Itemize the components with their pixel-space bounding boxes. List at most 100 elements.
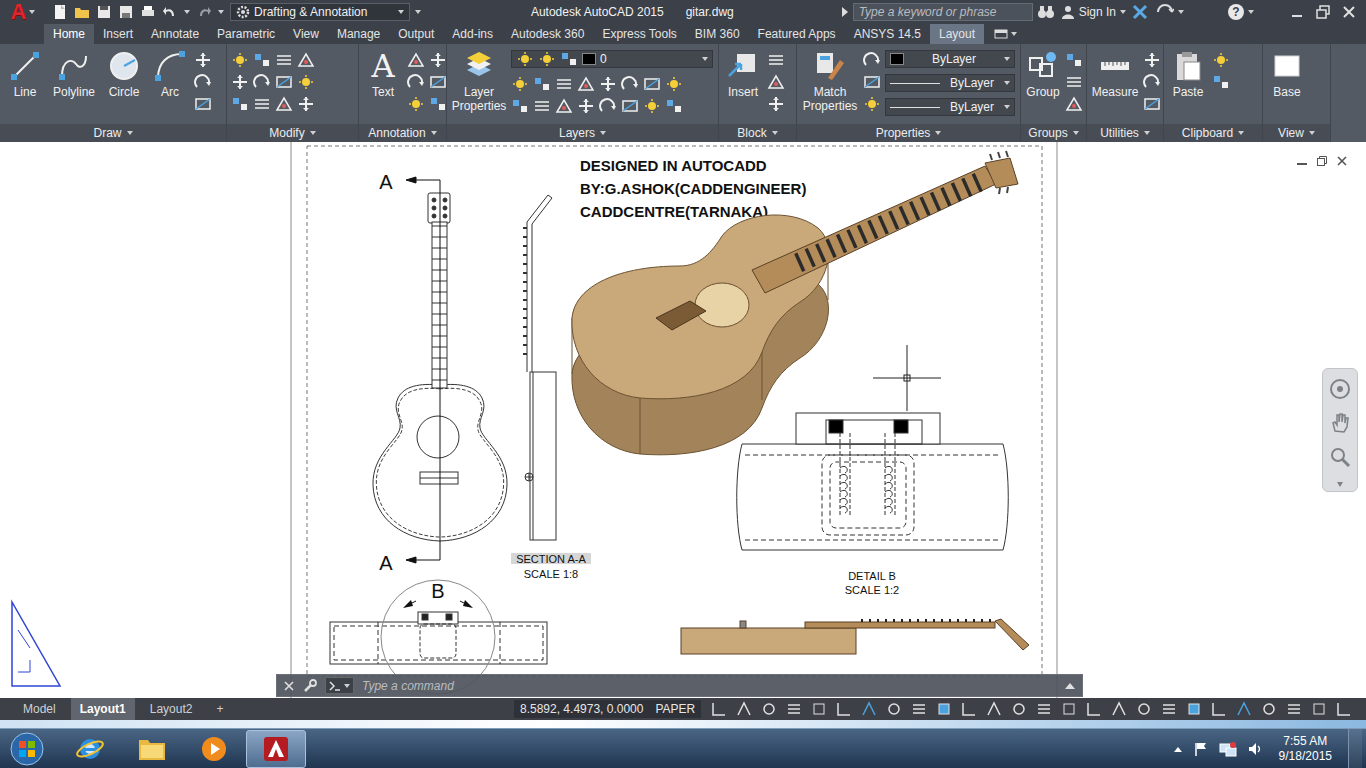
customize-wrench-icon[interactable] xyxy=(303,679,317,693)
panel-title[interactable]: View xyxy=(1263,124,1330,142)
ribbon-tab[interactable]: Home xyxy=(44,24,94,44)
status-toggle-icon[interactable] xyxy=(1236,701,1252,717)
tool-icon[interactable] xyxy=(863,74,881,90)
command-history-icon[interactable] xyxy=(1064,681,1076,691)
search-input[interactable]: Type a keyword or phrase xyxy=(853,3,1033,21)
tool-icon[interactable] xyxy=(231,74,249,90)
ribbon-tool[interactable]: Paste xyxy=(1168,50,1208,99)
tool-icon[interactable] xyxy=(665,76,683,92)
tool-icon[interactable] xyxy=(621,76,639,92)
tool-icon[interactable] xyxy=(511,98,529,114)
tool-icon[interactable] xyxy=(516,51,534,67)
ribbon-tool[interactable]: Insert xyxy=(723,50,763,99)
ribbon-tool[interactable]: AText xyxy=(363,50,403,99)
status-toggle-icon[interactable] xyxy=(1086,701,1102,717)
panel-title[interactable]: Annotation xyxy=(359,124,446,142)
print-icon[interactable] xyxy=(140,4,156,20)
tool-icon[interactable] xyxy=(538,51,556,67)
tool-icon[interactable] xyxy=(1143,96,1161,112)
close-command-icon[interactable] xyxy=(283,680,295,692)
show-desktop-button[interactable] xyxy=(1348,729,1362,768)
panel-title[interactable]: Groups xyxy=(1021,124,1086,142)
tool-icon[interactable] xyxy=(1065,52,1083,68)
layout-tab[interactable]: Layout2 xyxy=(141,698,202,720)
restore-icon[interactable] xyxy=(1316,5,1330,19)
ribbon-tab[interactable]: View xyxy=(284,24,328,44)
ribbon-tool[interactable]: Polyline xyxy=(50,50,98,99)
save-icon[interactable] xyxy=(96,4,112,20)
tool-icon[interactable] xyxy=(253,96,271,112)
ribbon-tool[interactable]: Base xyxy=(1267,50,1307,99)
start-button[interactable] xyxy=(0,729,54,768)
tool-icon[interactable] xyxy=(429,52,447,68)
tool-icon[interactable] xyxy=(297,52,315,68)
tool-icon[interactable] xyxy=(863,96,881,112)
tool-icon[interactable] xyxy=(429,96,447,112)
new-icon[interactable] xyxy=(52,4,68,20)
status-toggle-icon[interactable] xyxy=(1136,701,1152,717)
status-toggle-icon[interactable] xyxy=(1311,701,1327,717)
tool-icon[interactable] xyxy=(577,76,595,92)
open-icon[interactable] xyxy=(74,4,90,20)
command-input[interactable]: Type a command xyxy=(362,679,1056,693)
panel-title[interactable]: Utilities xyxy=(1087,124,1163,142)
tool-icon[interactable] xyxy=(643,76,661,92)
ribbon-tool[interactable]: Arc xyxy=(150,50,190,99)
exchange-apps-icon[interactable] xyxy=(1132,4,1148,20)
save-as-icon[interactable] xyxy=(118,4,134,20)
ribbon-tab[interactable]: Express Tools xyxy=(593,24,685,44)
ribbon-tool[interactable]: Line xyxy=(4,50,46,99)
ribbon-tab[interactable]: BIM 360 xyxy=(686,24,749,44)
tool-icon[interactable] xyxy=(297,96,315,112)
panel-title[interactable]: Modify xyxy=(227,124,358,142)
sign-in-button[interactable]: Sign In xyxy=(1055,5,1132,19)
status-toggle-icon[interactable] xyxy=(1036,701,1052,717)
tool-icon[interactable] xyxy=(1065,74,1083,90)
tool-icon[interactable] xyxy=(863,52,881,68)
tool-icon[interactable] xyxy=(767,74,785,90)
tool-icon[interactable] xyxy=(599,76,617,92)
status-toggle-icon[interactable] xyxy=(961,701,977,717)
tool-icon[interactable] xyxy=(1065,96,1083,112)
ribbon-tab[interactable]: ANSYS 14.5 xyxy=(845,24,930,44)
recent-commands-button[interactable] xyxy=(325,677,354,694)
status-toggle-icon[interactable] xyxy=(1336,701,1352,717)
status-toggle-icon[interactable] xyxy=(1111,701,1127,717)
taskbar-button[interactable] xyxy=(184,730,244,768)
ribbon-tab[interactable]: Annotate xyxy=(142,24,208,44)
redo-icon[interactable] xyxy=(196,4,212,20)
status-toggle-icon[interactable] xyxy=(1011,701,1027,717)
ribbon-tool[interactable]: Layer Properties xyxy=(451,50,507,113)
tool-icon[interactable] xyxy=(275,74,293,90)
tool-icon[interactable] xyxy=(577,98,595,114)
viewport-minimize-icon[interactable] xyxy=(1296,155,1308,167)
tool-icon[interactable] xyxy=(1212,52,1230,68)
tool-icon[interactable] xyxy=(767,52,785,68)
panel-title[interactable]: Layers xyxy=(447,124,718,142)
taskbar-button[interactable] xyxy=(246,730,306,768)
status-toggle-icon[interactable] xyxy=(936,701,952,717)
ribbon-tool[interactable]: Measure xyxy=(1091,50,1139,99)
action-center-flag-icon[interactable] xyxy=(1193,741,1209,757)
help-button[interactable]: ? xyxy=(1228,4,1244,20)
close-icon[interactable] xyxy=(1342,5,1356,19)
tool-icon[interactable] xyxy=(407,52,425,68)
tool-icon[interactable] xyxy=(275,52,293,68)
status-toggle-icon[interactable] xyxy=(811,701,827,717)
tool-icon[interactable] xyxy=(429,74,447,90)
minimize-icon[interactable] xyxy=(1290,5,1304,19)
zoom-icon[interactable] xyxy=(1328,445,1352,469)
tool-icon[interactable] xyxy=(533,76,551,92)
panel-title[interactable]: Draw xyxy=(0,124,226,142)
ribbon-tool[interactable]: Match Properties xyxy=(801,50,859,113)
tool-icon[interactable] xyxy=(407,96,425,112)
paper-space-toggle[interactable]: PAPER xyxy=(655,702,695,716)
tool-icon[interactable] xyxy=(253,52,271,68)
tool-icon[interactable] xyxy=(555,98,573,114)
ribbon-tab[interactable]: Add-ins xyxy=(443,24,502,44)
viewport-restore-icon[interactable] xyxy=(1316,155,1328,167)
tool-icon[interactable] xyxy=(511,76,529,92)
a360-icon[interactable] xyxy=(1156,4,1174,20)
property-dropdown[interactable]: ByLayer xyxy=(885,98,1015,116)
undo-icon[interactable] xyxy=(162,4,178,20)
